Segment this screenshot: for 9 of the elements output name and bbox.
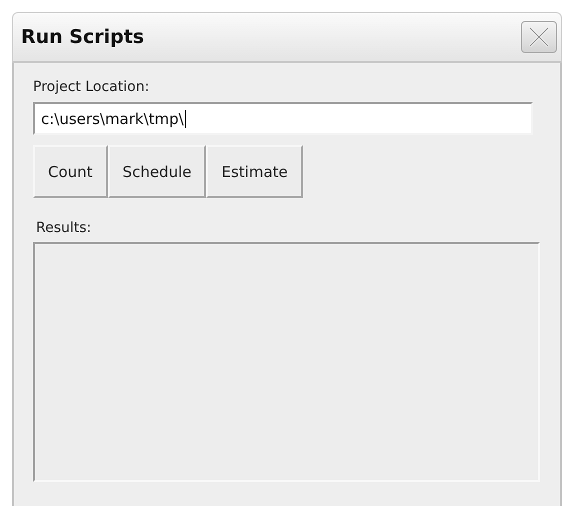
window-title: Run Scripts xyxy=(21,26,144,48)
field-label: Project Location: xyxy=(33,79,150,95)
action-button[interactable]: Count xyxy=(33,145,108,198)
action-button[interactable]: Estimate xyxy=(206,145,303,198)
close-icon xyxy=(528,26,550,48)
action-button[interactable]: Schedule xyxy=(108,145,206,198)
close-button[interactable] xyxy=(521,21,557,53)
project-location-field[interactable]: c:\users\mark\tmp\ xyxy=(33,102,533,135)
results-label: Results: xyxy=(36,220,92,236)
